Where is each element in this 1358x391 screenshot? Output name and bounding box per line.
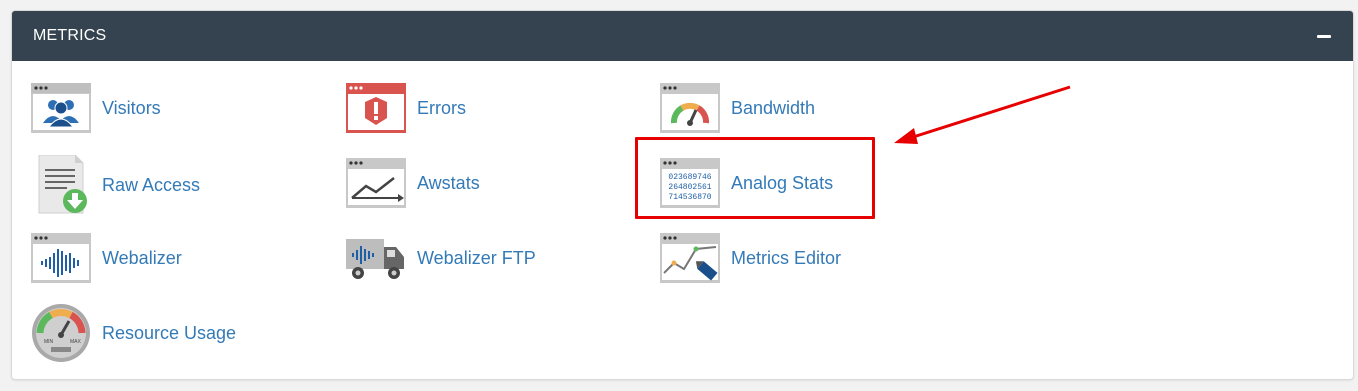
metrics-item-awstats[interactable]: Awstats: [346, 158, 480, 208]
metrics-item-metrics-editor[interactable]: Metrics Editor: [660, 233, 841, 283]
webalizer-icon: [31, 233, 91, 283]
metrics-item-label: Webalizer: [102, 247, 182, 268]
metrics-item-label: Visitors: [102, 97, 161, 118]
metrics-item-bandwidth[interactable]: Bandwidth: [660, 83, 815, 133]
visitors-icon: [31, 83, 91, 133]
metrics-editor-icon: [660, 233, 720, 283]
metrics-item-resource-usage[interactable]: MIN MAX Resource Usage: [31, 303, 236, 363]
annotation-arrow: [894, 85, 1071, 144]
metrics-item-label: Errors: [417, 97, 466, 118]
panel-title: METRICS: [33, 27, 107, 44]
metrics-item-label: Awstats: [417, 172, 480, 193]
metrics-item-webalizer-ftp[interactable]: Webalizer FTP: [346, 233, 536, 283]
bandwidth-icon: [660, 83, 720, 133]
metrics-item-label: Bandwidth: [731, 97, 816, 118]
gauge-max-label: MAX: [70, 339, 82, 345]
metrics-item-webalizer[interactable]: Webalizer: [31, 233, 182, 283]
minus-icon[interactable]: [1317, 34, 1331, 38]
awstats-icon: [346, 158, 406, 208]
metrics-item-label: Raw Access: [102, 174, 201, 195]
errors-icon: [346, 83, 406, 133]
raw-access-icon: [38, 155, 87, 214]
annotation-highlight-box: [635, 137, 875, 219]
resource-usage-icon: MIN MAX: [32, 304, 90, 362]
webalizer-ftp-icon: [346, 239, 404, 279]
metrics-item-errors[interactable]: Errors: [346, 83, 466, 133]
metrics-item-label: Webalizer FTP: [417, 247, 536, 268]
metrics-item-label: Resource Usage: [102, 322, 237, 343]
panel-header[interactable]: METRICS: [12, 11, 1353, 61]
gauge-min-label: MIN: [44, 339, 54, 345]
metrics-item-label: Metrics Editor: [731, 247, 842, 268]
metrics-item-visitors[interactable]: Visitors: [31, 83, 161, 133]
metrics-item-raw-access[interactable]: Raw Access: [31, 155, 200, 215]
